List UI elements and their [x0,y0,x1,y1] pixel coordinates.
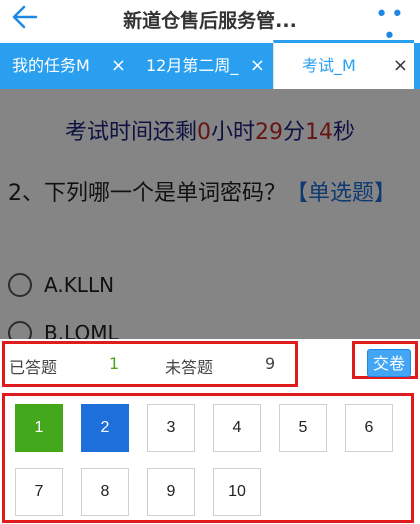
timer-seconds: 14 [305,120,334,145]
question-number-5[interactable]: 5 [279,404,327,452]
timer-hours: 0 [196,120,211,145]
back-button[interactable] [10,2,42,32]
timer-minutes-unit: 分 [283,120,306,145]
submit-button[interactable]: 交卷 [367,349,411,377]
tab-exam[interactable]: 考试_M × [273,40,414,89]
question-text: 2、下列哪一个是单词密码？【单选题】 [8,177,408,211]
timer-seconds-unit: 秒 [333,120,356,145]
exam-content: 考试时间还剩0小时29分14秒 2、下列哪一个是单词密码？【单选题】 A.KLL… [0,89,420,339]
question-number-10[interactable]: 10 [213,468,261,516]
question-number-3[interactable]: 3 [147,404,195,452]
tab-label: 12月第二周_ [146,56,239,75]
option-a[interactable]: A.KLLN [8,273,114,297]
answer-stats: 已答题 1 未答题 9 [2,341,298,387]
tab-label: 我的任务M [12,56,90,75]
unanswered-label: 未答题 [165,358,214,377]
close-icon[interactable]: × [111,43,126,89]
question-number-4[interactable]: 4 [213,404,261,452]
tab-december-week2[interactable]: 12月第二周_ × [136,43,273,89]
tab-label: 考试_M [302,56,356,75]
question-body: 2、下列哪一个是单词密码？ [8,181,286,206]
timer-hours-unit: 小时 [210,120,255,145]
submit-area: 交卷 [352,341,418,379]
option-b[interactable]: B.LOML [8,321,119,339]
timer-prefix: 考试时间还剩 [64,120,197,145]
close-icon[interactable]: × [250,43,265,89]
question-type: 【单选题】 [286,181,397,206]
option-label: A.KLLN [44,273,115,297]
radio-icon[interactable] [8,273,32,297]
question-number-1[interactable]: 1 [15,404,63,452]
top-bar: 新道仓售后服务管... • • • [0,0,420,46]
radio-icon[interactable] [8,321,32,339]
close-icon[interactable]: × [393,43,408,89]
answered-count: 1 [109,354,120,373]
answered-label: 已答题 [9,358,58,377]
question-number-2[interactable]: 2 [81,404,129,452]
answer-sheet-panel: 已答题 1 未答题 9 交卷 1 2 3 4 5 6 7 8 9 10 [0,339,420,524]
question-number-9[interactable]: 9 [147,468,195,516]
timer-minutes: 29 [255,120,283,145]
question-number-6[interactable]: 6 [345,404,393,452]
exam-timer: 考试时间还剩0小时29分14秒 [0,114,420,146]
unanswered-count: 9 [265,354,276,373]
option-label: B.LOML [44,321,119,339]
question-number-grid: 1 2 3 4 5 6 7 8 9 10 [2,393,414,523]
tab-my-tasks[interactable]: 我的任务M × [0,43,136,89]
more-button[interactable]: • • • [372,2,408,46]
tab-bar: 我的任务M × 12月第二周_ × 考试_M × [0,40,420,89]
question-number-7[interactable]: 7 [15,468,63,516]
arrow-left-icon [12,5,38,29]
page-title: 新道仓售后服务管... [123,10,297,32]
question-number-8[interactable]: 8 [81,468,129,516]
